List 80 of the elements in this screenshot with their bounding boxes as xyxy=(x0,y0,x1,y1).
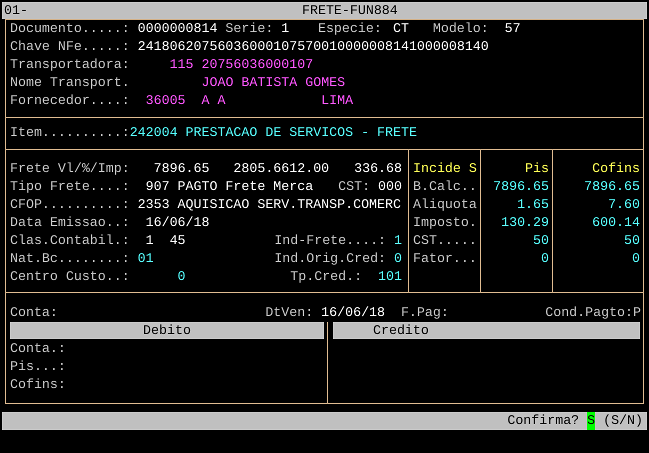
field-value: 20756036000107 xyxy=(201,56,314,74)
field-label: Imposto. xyxy=(413,214,477,232)
field-value: 0 xyxy=(541,250,549,268)
field-label: Conta.: xyxy=(10,340,66,358)
field-label: Conta: xyxy=(10,304,59,322)
field-label: Aliquota xyxy=(413,196,477,214)
field-value: 7896.65 xyxy=(154,160,210,178)
field-label: Pis...: xyxy=(10,358,66,376)
field-label: Tipo Frete....: xyxy=(10,178,131,196)
field-value: 000 xyxy=(378,178,402,196)
field-label: Data Emissao..: xyxy=(10,214,131,232)
field-value: 24180620756036000107570010000008141000008140 xyxy=(138,38,489,56)
field-value: 16/06/18 xyxy=(146,214,210,232)
field-label: Fator... xyxy=(413,250,477,268)
answer-field[interactable]: S xyxy=(587,412,596,430)
field-value: 0000000814 xyxy=(138,20,218,38)
field-label: Item..........: xyxy=(10,124,130,142)
field-value: CT xyxy=(392,20,410,38)
field-label: Cofins: xyxy=(10,376,66,394)
section-title: Credito xyxy=(373,322,429,340)
field-value: 50 xyxy=(533,232,549,250)
field-value: 36005 xyxy=(146,92,187,110)
field-value: 101 xyxy=(377,268,402,286)
field-value: 0 xyxy=(632,250,640,268)
field-label: Nome Transport. xyxy=(10,74,131,92)
field-label: Clas.Contabil.: xyxy=(10,232,131,250)
field-value: 7896.65 xyxy=(584,178,640,196)
field-label: CST..... xyxy=(413,232,477,250)
field-label: Transportadora: xyxy=(10,56,131,74)
field-value: LIMA xyxy=(321,92,354,110)
field-value: 57 xyxy=(504,20,521,38)
field-value: 1.65 xyxy=(517,196,549,214)
field-label: F.Pag: xyxy=(400,304,449,322)
column-header: Pis xyxy=(525,160,549,178)
field-value: 130.29 xyxy=(501,214,549,232)
field-label: B.Calc.. xyxy=(413,178,477,196)
field-label: Ind.Orig.Cred: xyxy=(274,250,386,268)
field-label: Cond.Pagto:P xyxy=(545,305,641,320)
section-title: Debito xyxy=(143,322,191,340)
field-label: Centro Custo..: xyxy=(10,268,130,286)
field-label: Especie: xyxy=(318,20,383,38)
field-value: A A xyxy=(201,92,226,110)
field-label: CFOP..........: xyxy=(10,196,131,214)
field-value: 1 xyxy=(281,20,290,38)
field-label: Tp.Cred.: xyxy=(290,268,362,286)
column-header: Cofins xyxy=(592,160,640,178)
field-value: 1 xyxy=(146,232,155,250)
field-label: DtVen: xyxy=(265,304,314,322)
field-label: Frete Vl/%/Imp: xyxy=(10,160,131,178)
screen-code: 01- xyxy=(3,2,28,20)
field-value: 16/06/18 xyxy=(321,304,386,322)
field-value: JOAO BATISTA GOMES xyxy=(202,74,346,92)
field-value: 50 xyxy=(624,232,640,250)
field-value: 2353 AQUISICAO SERV.TRANSP.COMERC xyxy=(138,196,401,214)
field-label: Documento.....: xyxy=(10,20,131,38)
field-value: 600.14 xyxy=(592,214,640,232)
field-value: 2805.66 xyxy=(233,160,290,178)
field-value: 1 xyxy=(393,232,402,250)
field-value: 242004 PRESTACAO DE SERVICOS - FRETE xyxy=(130,124,417,142)
field-label: Nat.Bc........: xyxy=(10,250,131,268)
field-value: 45 xyxy=(170,232,186,250)
field-value: 0 xyxy=(176,268,186,286)
field-label: Modelo: xyxy=(432,20,490,38)
field-label: Fornecedor....: xyxy=(10,92,131,110)
field-value: 907 PAGTO Frete Merca xyxy=(146,178,314,196)
field-value: 7896.65 xyxy=(493,178,549,196)
prompt-text: Confirma? xyxy=(507,412,580,430)
field-label: Ind-Frete....: xyxy=(274,232,386,250)
field-label: Chave NFe.....: xyxy=(10,38,131,56)
field-value: 115 xyxy=(170,56,195,74)
field-value: 336.68 xyxy=(354,161,402,176)
field-label: Serie: xyxy=(225,20,274,38)
column-header: Incide S xyxy=(413,160,477,178)
window-title: FRETE-FUN884 xyxy=(302,2,398,20)
field-value: 01 xyxy=(138,250,154,268)
field-label: CST: xyxy=(338,178,372,196)
field-value: 0 xyxy=(393,250,402,268)
options-text: (S/N) xyxy=(603,412,643,430)
field-value: 7.60 xyxy=(608,196,640,214)
field-value: 12.00 xyxy=(289,160,330,178)
